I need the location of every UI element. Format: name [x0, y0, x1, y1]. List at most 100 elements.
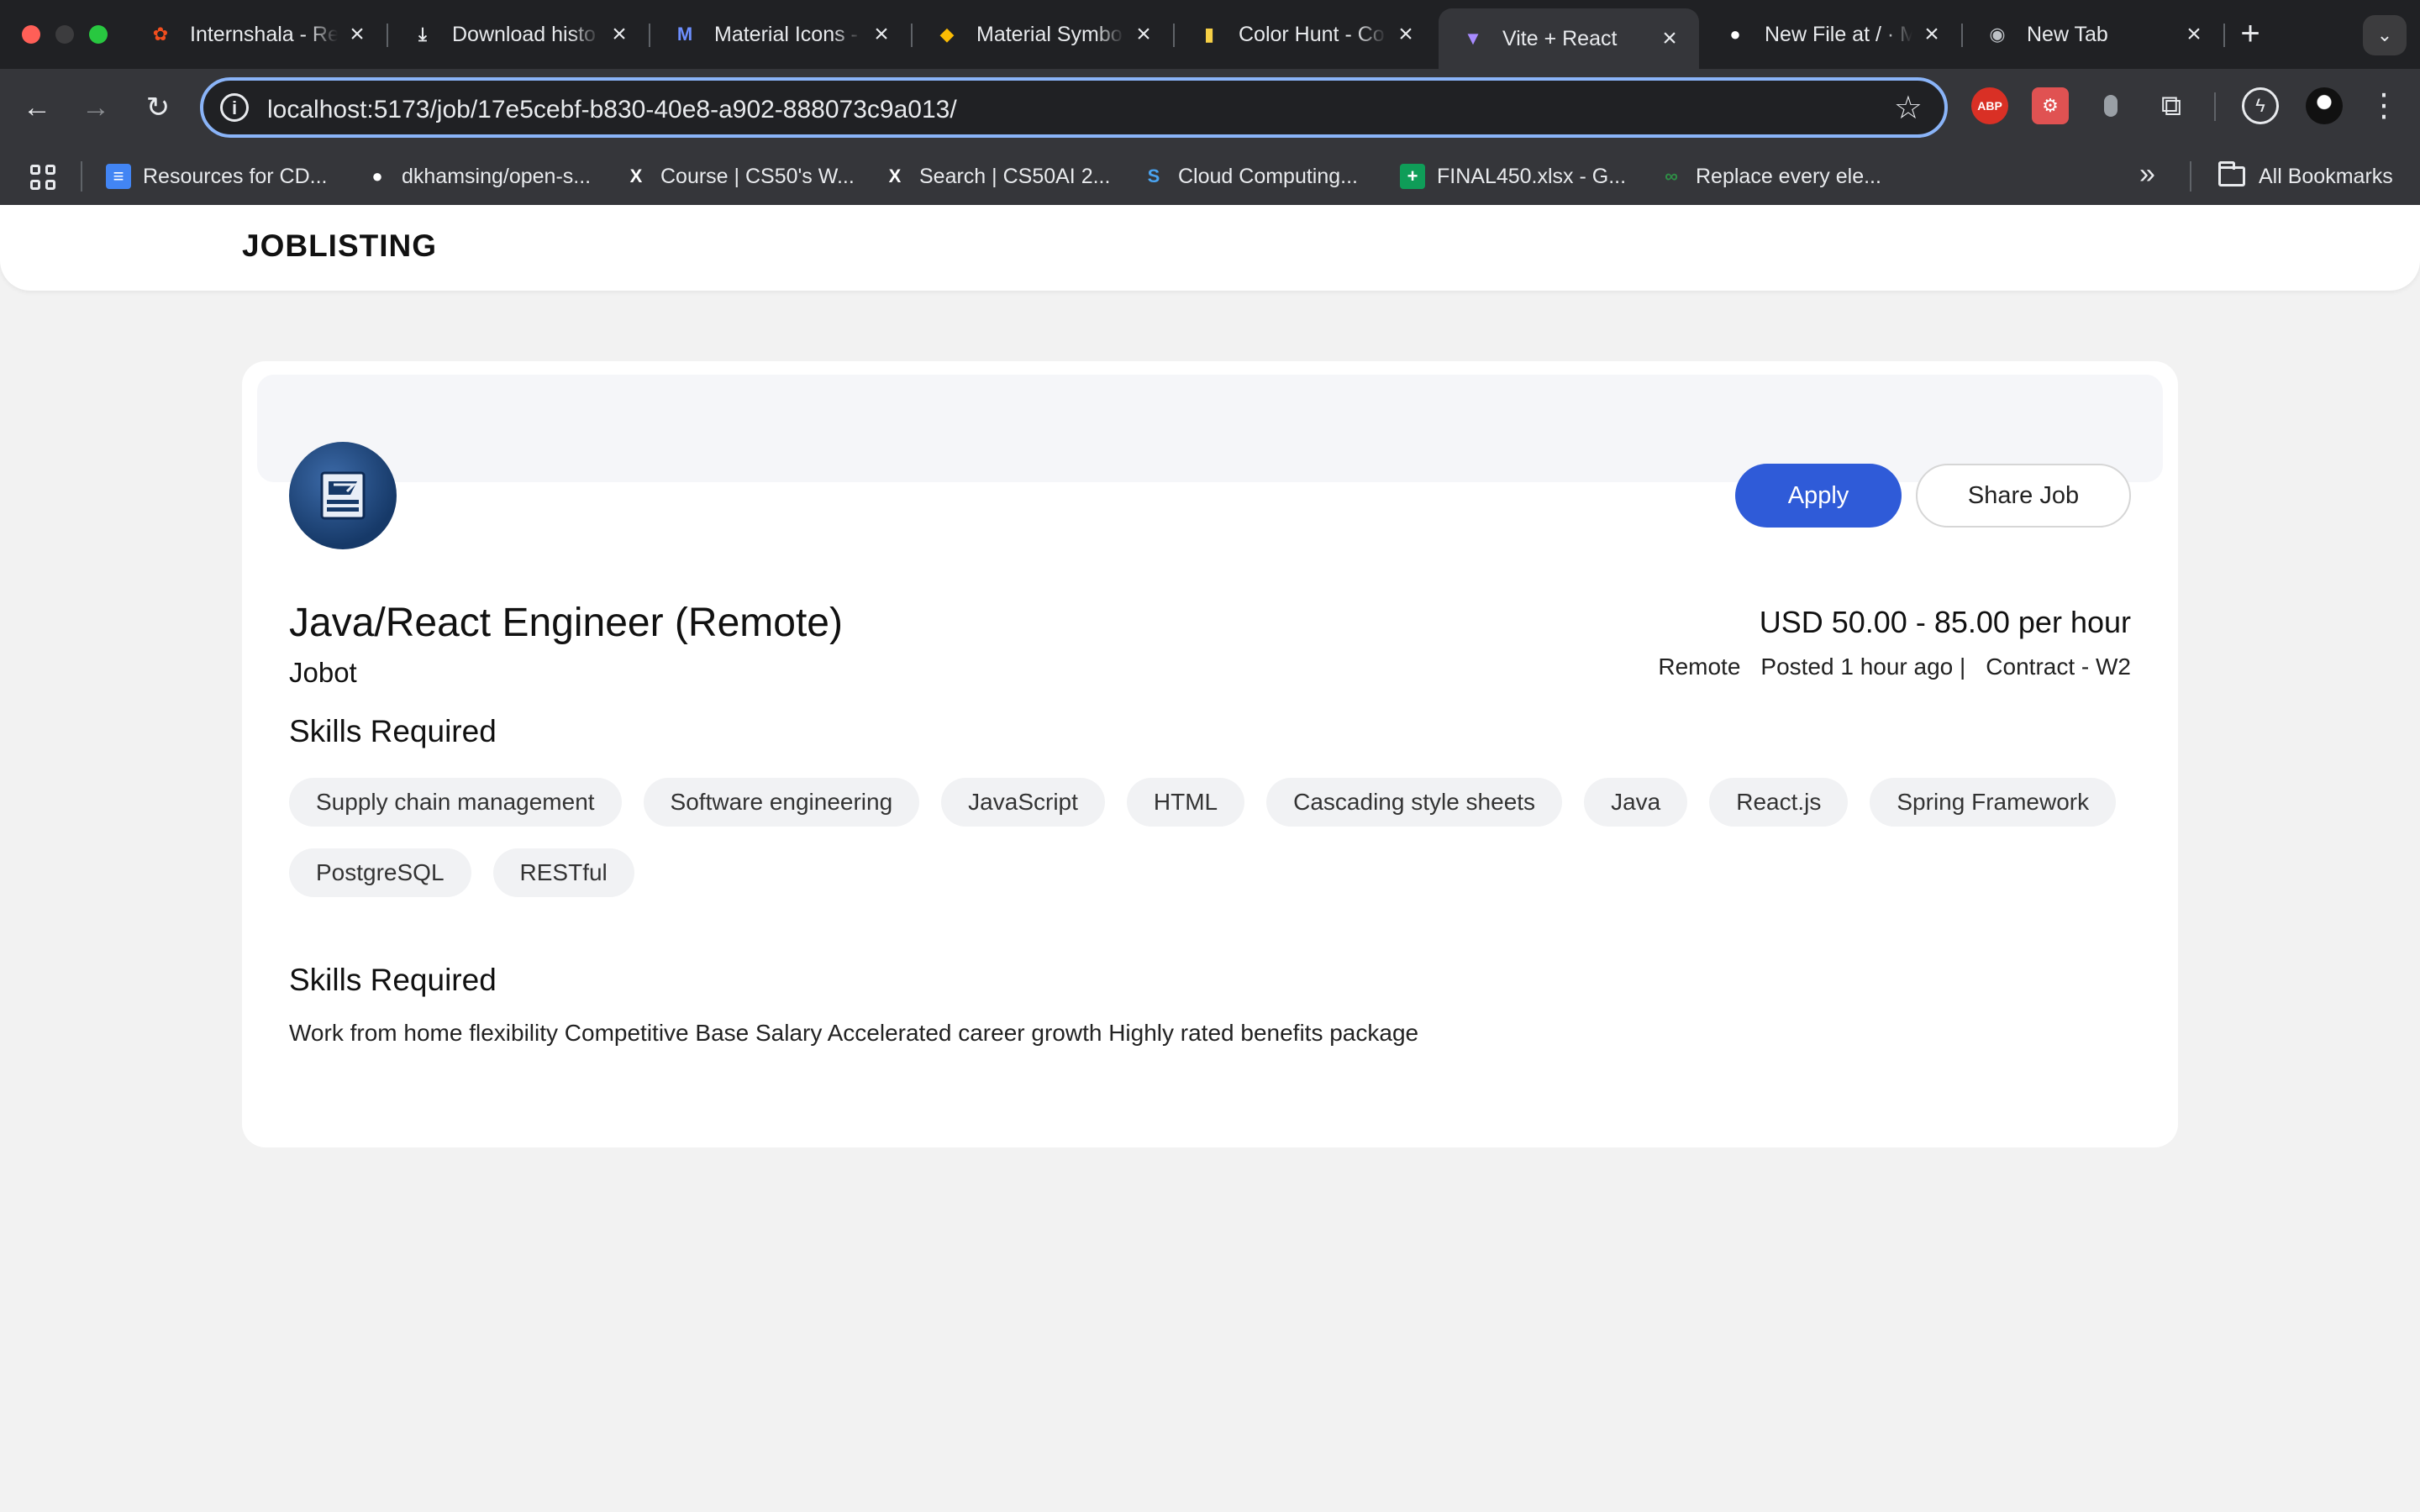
extension-red-icon[interactable]: ⚙ [2032, 87, 2069, 124]
skills-heading: Skills Required [289, 714, 497, 748]
browser-tab-strip: ✿ Internshala - Re × ⤓ Download histo × … [0, 0, 2420, 69]
edx-icon: X [888, 165, 902, 186]
bookmark-item[interactable]: X Course | CS50's W... [623, 160, 855, 193]
job-card: Apply Share Job Java/React Engineer (Rem… [242, 361, 2178, 1147]
skill-chip: PostgreSQL [289, 848, 471, 897]
google-sheets-icon: + [1400, 164, 1425, 189]
employment-type: Contract - W2 [1986, 654, 2131, 680]
bookmark-item[interactable]: ● dkhamsing/open-s... [365, 160, 591, 193]
browser-tab-active[interactable]: ▼ Vite + React × [1439, 8, 1699, 69]
job-location: Remote [1658, 654, 1741, 680]
company-name: Jobot [289, 657, 357, 688]
tab-title: Download histo [452, 22, 596, 46]
bookmark-item[interactable]: ∞ Replace every ele... [1659, 160, 1881, 193]
skill-chip: Java [1584, 778, 1688, 827]
close-tab-icon[interactable]: × [1659, 24, 1681, 53]
chrome-icon: ◉ [1989, 24, 2006, 45]
tab-title: Material Icons - [714, 22, 858, 46]
usps-logo-icon [289, 442, 397, 549]
bookmark-item[interactable]: X Search | CS50AI 2... [882, 160, 1111, 193]
all-bookmarks-button[interactable]: All Bookmarks [2218, 160, 2393, 193]
page-content: JOBLISTING Apply Share Job Java/React En… [0, 205, 2420, 1512]
reload-icon[interactable]: ↻ [138, 87, 178, 128]
salary-range: USD 50.00 - 85.00 per hour [1759, 605, 2131, 639]
job-meta: Remote Posted 1 hour ago | Contract - W2 [1658, 654, 2131, 680]
browser-tab[interactable]: M Material Icons - × [650, 8, 911, 60]
tab-search-button[interactable]: ⌄ [2363, 15, 2407, 55]
bookmark-item[interactable]: S Cloud Computing... [1141, 160, 1358, 193]
address-bar[interactable]: i localhost:5173/job/17e5cebf-b830-40e8-… [200, 77, 1948, 138]
minimize-window-button[interactable] [55, 25, 74, 44]
apply-button[interactable]: Apply [1735, 464, 1902, 528]
browser-tab[interactable]: ✿ Internshala - Re × [126, 8, 387, 60]
bookmark-label: Search | CS50AI 2... [919, 164, 1111, 188]
download-icon: ⤓ [418, 24, 427, 45]
browser-tab[interactable]: ◉ New Tab × [1963, 8, 2223, 60]
tab-title: New File at / · M [1765, 22, 1912, 46]
close-window-button[interactable] [22, 25, 40, 44]
tab-title: Material Symbo [976, 22, 1123, 46]
site-brand[interactable]: JOBLISTING [242, 228, 437, 264]
back-icon[interactable]: ← [17, 87, 57, 128]
geeksforgeeks-icon: ∞ [1665, 165, 1678, 186]
bookmark-label: Cloud Computing... [1178, 164, 1359, 188]
close-tab-icon[interactable]: × [2183, 20, 2205, 49]
skills-list: Supply chain management Software enginee… [289, 778, 2138, 897]
tab-title: Color Hunt - Co [1239, 22, 1385, 46]
url-text[interactable]: localhost:5173/job/17e5cebf-b830-40e8-a9… [267, 96, 957, 124]
bookmark-label: Course | CS50's W... [660, 164, 855, 188]
skill-chip: HTML [1126, 778, 1245, 827]
zoom-window-button[interactable] [89, 25, 108, 44]
bookmark-item[interactable]: ≡ Resources for CD... [106, 160, 328, 193]
color-hunt-icon: ▮ [1203, 24, 1215, 45]
browser-tab[interactable]: ● New File at / · M × [1701, 8, 1961, 60]
skill-chip: Software engineering [643, 778, 920, 827]
posted-time: Posted 1 hour ago | [1760, 654, 1966, 680]
benefits-text: Work from home flexibility Competitive B… [289, 1020, 1419, 1046]
tab-title: New Tab [2027, 22, 2108, 46]
apps-grid-icon[interactable] [30, 165, 55, 190]
vite-icon: ▼ [1464, 28, 1482, 49]
browser-menu-icon[interactable]: ⋮ [2368, 84, 2400, 128]
share-job-button[interactable]: Share Job [1916, 464, 2131, 528]
bookmark-label: Resources for CD... [143, 164, 328, 188]
extensions-puzzle-icon[interactable]: ⧉ [2153, 87, 2190, 124]
new-tab-button[interactable]: + [2232, 13, 2269, 54]
close-tab-icon[interactable]: × [1133, 20, 1155, 49]
bookmark-label: FINAL450.xlsx - G... [1437, 164, 1627, 188]
figma-icon: ✿ [152, 24, 169, 45]
skill-chip: JavaScript [941, 778, 1105, 827]
bookmark-label: dkhamsing/open-s... [402, 164, 592, 188]
close-tab-icon[interactable]: × [871, 20, 892, 49]
close-tab-icon[interactable]: × [346, 20, 368, 49]
bookmark-label: Replace every ele... [1696, 164, 1881, 188]
profile-avatar[interactable] [2306, 87, 2343, 124]
extension-gray-icon[interactable] [2092, 87, 2129, 124]
material-symbols-icon: ◆ [939, 24, 955, 45]
edx-icon: X [629, 165, 643, 186]
job-title: Java/React Engineer (Remote) [289, 601, 843, 645]
site-header: JOBLISTING [0, 205, 2420, 291]
browser-tab[interactable]: ⤓ Download histo × [388, 8, 649, 60]
browser-tab[interactable]: ▮ Color Hunt - Co × [1175, 8, 1435, 60]
tab-title: Internshala - Re [190, 22, 338, 46]
more-bookmarks-icon[interactable]: » [2139, 158, 2155, 191]
close-tab-icon[interactable]: × [608, 20, 630, 49]
performance-icon[interactable]: ϟ [2242, 87, 2279, 124]
forward-icon[interactable]: → [76, 87, 116, 128]
bookmark-item[interactable]: + FINAL450.xlsx - G... [1400, 160, 1626, 193]
browser-tab[interactable]: ◆ Material Symbo × [913, 8, 1173, 60]
close-tab-icon[interactable]: × [1921, 20, 1943, 49]
site-info-icon[interactable]: i [220, 93, 249, 122]
github-icon: ● [371, 165, 383, 186]
skill-chip: RESTful [492, 848, 634, 897]
adblock-plus-icon[interactable]: ABP [1971, 87, 2008, 124]
skill-chip: React.js [1709, 778, 1849, 827]
skill-chip: Cascading style sheets [1266, 778, 1563, 827]
github-icon: ● [1729, 24, 1741, 45]
swayam-icon: S [1147, 165, 1160, 186]
bookmark-star-icon[interactable]: ☆ [1894, 89, 1923, 127]
skill-chip: Spring Framework [1870, 778, 2117, 827]
google-docs-icon: ≡ [106, 164, 131, 189]
close-tab-icon[interactable]: × [1395, 20, 1417, 49]
